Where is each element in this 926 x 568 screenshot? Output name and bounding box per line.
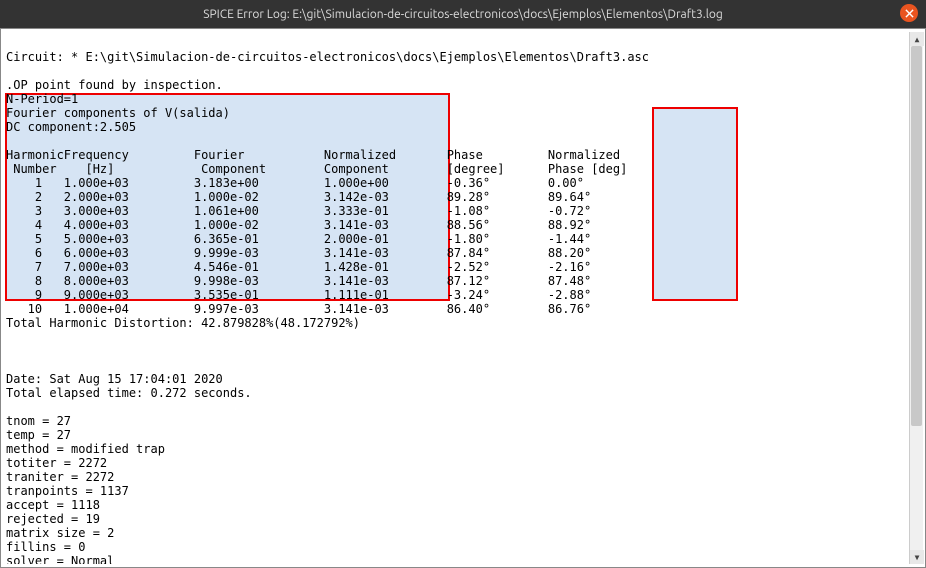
thd-line: Total Harmonic Distortion: 42.879828%(48… xyxy=(6,316,360,330)
tnom-line: tnom = 27 xyxy=(6,414,71,428)
op-point-line: .OP point found by inspection. xyxy=(6,78,223,92)
vertical-scrollbar[interactable]: ▲ ▼ xyxy=(909,32,923,564)
close-button[interactable] xyxy=(900,4,918,22)
scroll-down-arrow-icon[interactable]: ▼ xyxy=(910,550,924,564)
table-header-row-2: Number [Hz] Component Component [degree]… xyxy=(6,162,678,176)
log-panel: Circuit: * E:\git\Simulacion-de-circuito… xyxy=(0,28,926,568)
date-line: Date: Sat Aug 15 17:04:01 2020 xyxy=(6,372,223,386)
table-header-row-1: HarmonicFrequency Fourier Normalized Pha… xyxy=(6,148,678,162)
method-line: method = modified trap xyxy=(6,442,165,456)
totiter-line: totiter = 2272 xyxy=(6,456,107,470)
tranpoints-line: tranpoints = 1137 xyxy=(6,484,129,498)
dc-component-line: DC component:2.505 xyxy=(6,120,136,134)
scroll-thumb[interactable] xyxy=(911,46,922,426)
log-pre[interactable]: Circuit: * E:\git\Simulacion-de-circuito… xyxy=(6,50,907,564)
log-text[interactable]: Circuit: * E:\git\Simulacion-de-circuito… xyxy=(4,32,909,564)
rejected-line: rejected = 19 xyxy=(6,512,100,526)
table-body: 1 1.000e+03 3.183e+00 1.000e+00 -0.36° 0… xyxy=(6,176,598,316)
scroll-up-arrow-icon[interactable]: ▲ xyxy=(910,32,924,46)
fourier-of-line: Fourier components of V(salida) xyxy=(6,106,230,120)
matrix-size-line: matrix size = 2 xyxy=(6,526,114,540)
circuit-line: Circuit: * E:\git\Simulacion-de-circuito… xyxy=(6,50,649,64)
elapsed-line: Total elapsed time: 0.272 seconds. xyxy=(6,386,252,400)
fillins-line: fillins = 0 xyxy=(6,540,85,554)
temp-line: temp = 27 xyxy=(6,428,71,442)
traniter-line: traniter = 2272 xyxy=(6,470,114,484)
titlebar: SPICE Error Log: E:\git\Simulacion-de-ci… xyxy=(0,0,926,28)
close-icon xyxy=(905,9,914,18)
window-title: SPICE Error Log: E:\git\Simulacion-de-ci… xyxy=(203,8,723,21)
nperiod-line: N-Period=1 xyxy=(6,92,78,106)
accept-line: accept = 1118 xyxy=(6,498,100,512)
solver-line: solver = Normal xyxy=(6,554,114,564)
